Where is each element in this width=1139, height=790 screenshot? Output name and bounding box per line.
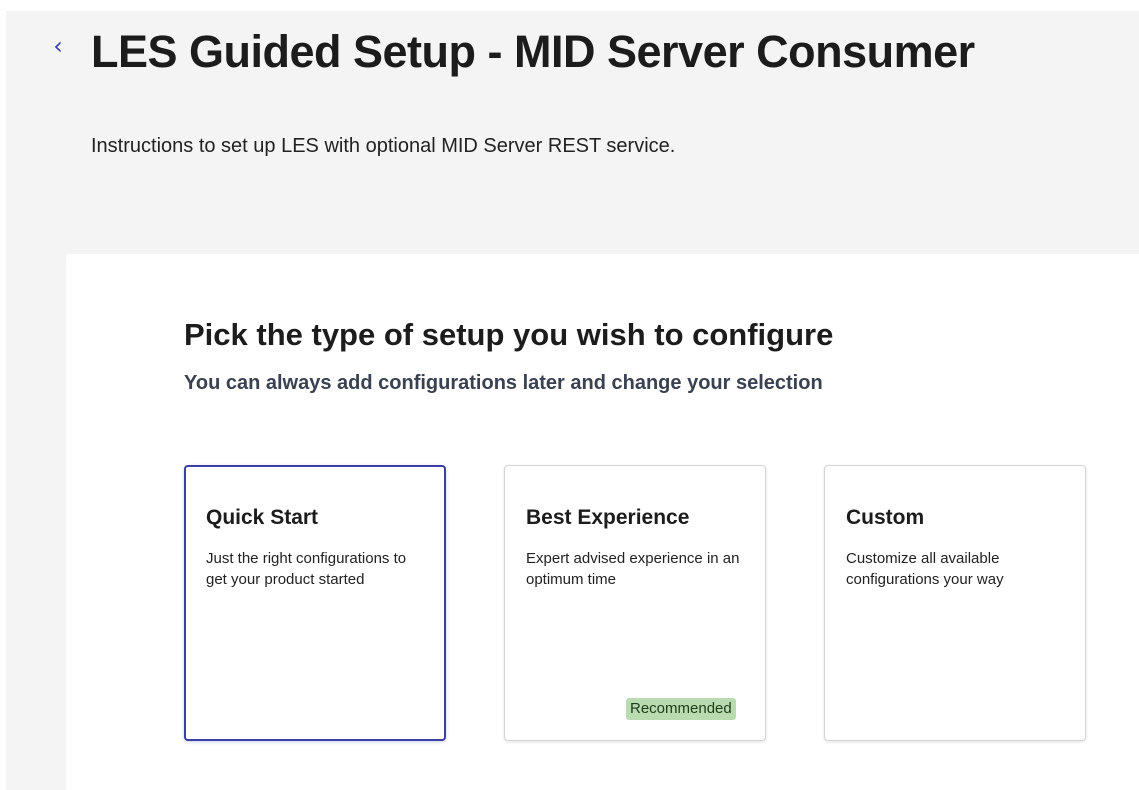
option-title: Quick Start [206, 506, 319, 529]
option-title: Best Experience [526, 506, 690, 529]
option-description: Customize all available configurations y… [846, 550, 1004, 588]
option-description: Expert advised experience in an optimum … [526, 550, 740, 588]
recommended-badge: Recommended [626, 698, 736, 720]
option-description: Just the right configurations to get you… [206, 550, 407, 588]
best-experience-option-card[interactable]: Best Experience Expert advised experienc… [504, 465, 766, 741]
setup-type-heading: Pick the type of setup you wish to confi… [184, 317, 834, 352]
page-title: LES Guided Setup - MID Server Consumer [91, 26, 975, 77]
quick-start-option-card[interactable]: Quick Start Just the right configuration… [184, 465, 446, 741]
back-chevron-icon[interactable]: ‹ [46, 33, 70, 59]
setup-type-panel: Pick the type of setup you wish to confi… [66, 254, 1139, 790]
guided-setup-page: ‹ LES Guided Setup - MID Server Consumer… [6, 11, 1139, 790]
custom-option-card[interactable]: Custom Customize all available configura… [824, 465, 1086, 741]
setup-type-subheading: You can always add configurations later … [184, 372, 823, 394]
page-description: Instructions to set up LES with optional… [91, 135, 676, 157]
option-title: Custom [846, 506, 925, 529]
